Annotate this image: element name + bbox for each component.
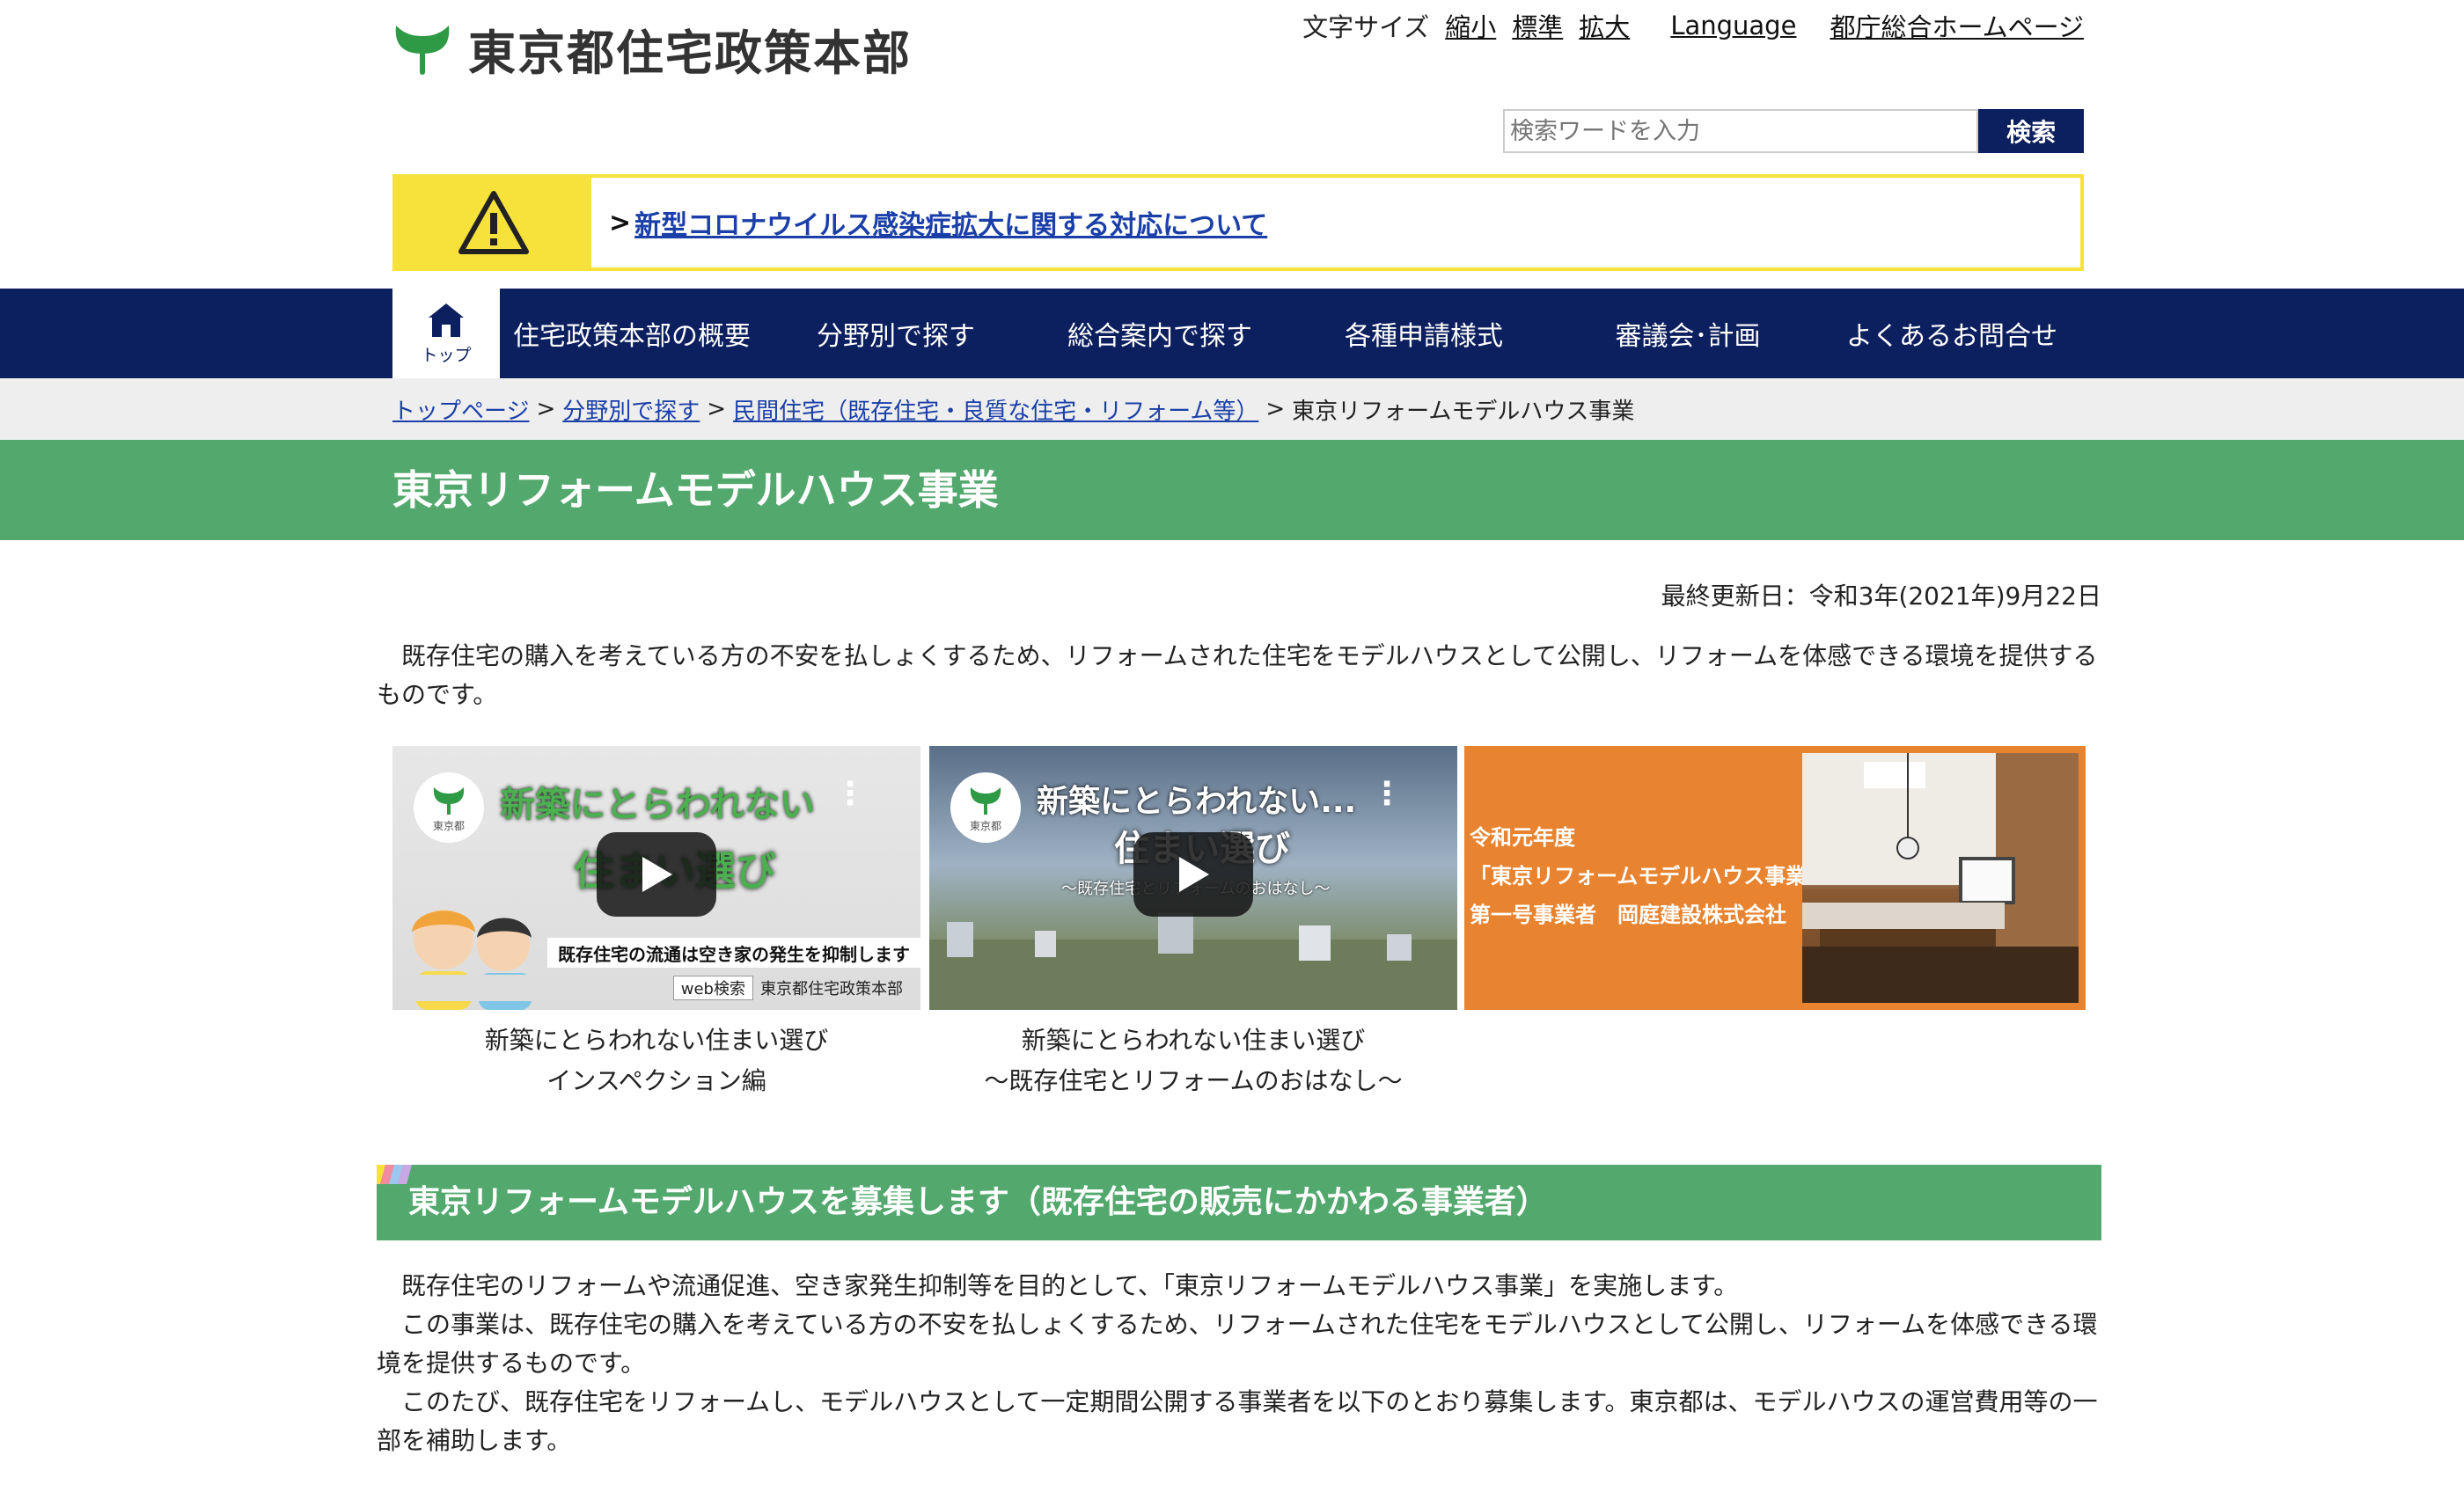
- banner-text: 令和元年度 「東京リフォームモデルハウス事業」 第一号事業者 岡庭建設株式会社: [1470, 818, 1828, 934]
- warning-icon-box: [396, 178, 591, 267]
- covid-alert: > 新型コロナウイルス感染症拡大に関する対応について: [392, 174, 2084, 271]
- banner-line-2: 「東京リフォームモデルハウス事業」: [1470, 864, 1829, 889]
- site-title: 東京都住宅政策本部: [468, 25, 912, 81]
- more-options-icon[interactable]: ⋮: [1371, 779, 1403, 810]
- page-title: 東京リフォームモデルハウス事業: [392, 466, 999, 514]
- video-inspection[interactable]: 東京都 新築にとらわれない 住まい選び ⋮ 既存住宅の流通は空き家の発生を抑制し…: [392, 746, 920, 1010]
- nav-item-by-field[interactable]: 分野別で探す: [764, 289, 1028, 378]
- model-house-banner[interactable]: 令和元年度 「東京リフォームモデルハウス事業」 第一号事業者 岡庭建設株式会社: [1464, 746, 2086, 1010]
- breadcrumb-current: 東京リフォームモデルハウス事業: [1292, 398, 1635, 425]
- site-logo[interactable]: 東京都住宅政策本部: [392, 18, 912, 81]
- ginkgo-leaf-icon: [433, 786, 465, 815]
- cityscape-image: [929, 913, 1457, 1010]
- breadcrumb-separator: >: [536, 396, 556, 422]
- section-heading-bar: 東京リフォームモデルハウスを募集します（既存住宅の販売にかかわる事業者）: [377, 1165, 2101, 1240]
- covid-response-link[interactable]: 新型コロナウイルス感染症拡大に関する対応について: [634, 203, 1267, 242]
- video-footer: web検索 東京都住宅政策本部: [392, 975, 920, 1001]
- video-caption-1-line-2: インスペクション編: [546, 1066, 766, 1095]
- section-paragraph-3: このたび、既存住宅をリフォームし、モデルハウスとして一定期間公開する事業者を以下…: [377, 1387, 2098, 1455]
- ginkgo-leaf-icon: [970, 786, 1001, 815]
- home-icon: [429, 303, 464, 337]
- video-caption-2-line-1: 新築にとらわれない住まい選び: [1021, 1026, 1366, 1055]
- page: 東京都住宅政策本部 文字サイズ 縮小 標準 拡大 Language 都庁総合ホー…: [0, 0, 2464, 1492]
- alert-message: > 新型コロナウイルス感染症拡大に関する対応について: [591, 178, 1267, 267]
- banner-line-3: 第一号事業者 岡庭建設株式会社: [1470, 903, 1786, 927]
- breadcrumb-separator: >: [707, 396, 727, 422]
- interior-photo: [1802, 753, 2079, 1003]
- search-input[interactable]: [1503, 109, 1979, 153]
- play-button[interactable]: [1133, 832, 1253, 917]
- global-nav: トップ 住宅政策本部の概要 分野別で探す 総合案内で探す 各種申請様式 審議会･…: [0, 289, 2464, 378]
- banner-line-1: 令和元年度: [1470, 825, 1575, 850]
- interior-illustration: [1802, 753, 2079, 1003]
- play-icon: [642, 857, 672, 892]
- breadcrumb-by-field[interactable]: 分野別で探す: [562, 393, 700, 426]
- font-size-small-link[interactable]: 縮小: [1445, 7, 1496, 44]
- section-paragraph-2: この事業は、既存住宅の購入を考えている方の不安を払しょくするため、リフォームされ…: [377, 1310, 2098, 1378]
- video-title-overlay: 新築にとらわれない...: [1037, 784, 1357, 820]
- site-search: 検索: [1503, 109, 2084, 153]
- video-banner-text: 既存住宅の流通は空き家の発生を抑制します: [547, 938, 920, 968]
- nav-item-guide[interactable]: 総合案内で探す: [1028, 289, 1292, 378]
- play-icon: [1179, 857, 1209, 892]
- font-size-standard-link[interactable]: 標準: [1512, 7, 1563, 44]
- ginkgo-leaf-icon: [395, 26, 450, 75]
- video-org: 東京都住宅政策本部: [760, 980, 903, 998]
- play-button[interactable]: [597, 832, 716, 917]
- video-caption-2-line-2: ～既存住宅とリフォームのおはなし～: [984, 1066, 1403, 1095]
- section-heading: 東京リフォームモデルハウスを募集します（既存住宅の販売にかかわる事業者）: [408, 1184, 1548, 1220]
- nav-item-forms[interactable]: 各種申請様式: [1292, 289, 1556, 378]
- breadcrumb-separator: >: [1265, 396, 1286, 422]
- nav-home[interactable]: トップ: [392, 289, 500, 378]
- font-size-label: 文字サイズ: [1302, 12, 1430, 42]
- channel-logo: 東京都: [414, 772, 484, 843]
- title-band: 東京リフォームモデルハウス事業: [0, 440, 2464, 540]
- language-link[interactable]: Language: [1670, 11, 1796, 40]
- more-options-icon[interactable]: ⋮: [834, 779, 866, 810]
- alert-marker: >: [609, 207, 632, 238]
- metro-home-link[interactable]: 都庁総合ホームページ: [1830, 7, 2084, 44]
- breadcrumb-private-housing[interactable]: 民間住宅（既存住宅・良質な住宅・リフォーム等）: [733, 393, 1258, 426]
- utility-bar: 文字サイズ 縮小 標準 拡大 Language 都庁総合ホームページ: [1302, 7, 2084, 44]
- warning-icon: [458, 191, 529, 254]
- channel-name: 東京都: [432, 819, 465, 832]
- web-search-tag: web検索: [672, 976, 753, 1000]
- nav-item-overview[interactable]: 住宅政策本部の概要: [500, 289, 764, 378]
- channel-logo: 東京都: [950, 772, 1021, 843]
- last-updated: 最終更新日：令和3年(2021年)9月22日: [1661, 581, 2101, 611]
- nav-item-councils[interactable]: 審議会･計画: [1556, 289, 1820, 378]
- breadcrumb: トップページ > 分野別で探す > 民間住宅（既存住宅・良質な住宅・リフォーム等…: [0, 378, 2464, 440]
- video-title-overlay: 新築にとらわれない: [500, 785, 815, 825]
- section-paragraph-1: 既存住宅のリフォームや流通促進、空き家発生抑制等を目的として、「東京リフォームモ…: [377, 1271, 1739, 1300]
- font-size-large-link[interactable]: 拡大: [1579, 7, 1630, 44]
- video-existing-housing[interactable]: 東京都 新築にとらわれない... 住まい選び ～既存住宅とリフォームのおはなし～…: [929, 746, 1457, 1010]
- video-caption-1-line-1: 新築にとらわれない住まい選び: [484, 1026, 829, 1055]
- search-button[interactable]: 検索: [1978, 109, 2084, 153]
- nav-item-faq[interactable]: よくあるお問合せ: [1820, 289, 2084, 378]
- breadcrumb-top[interactable]: トップページ: [392, 393, 529, 426]
- video-caption-2: 新築にとらわれない住まい選び ～既存住宅とリフォームのおはなし～: [929, 1020, 1457, 1101]
- nav-home-label: トップ: [421, 345, 472, 365]
- intro-text: 既存住宅の購入を考えている方の不安を払しょくするため、リフォームされた住宅をモデ…: [377, 641, 2098, 709]
- channel-name: 東京都: [969, 819, 1001, 832]
- video-caption-1: 新築にとらわれない住まい選び インスペクション編: [392, 1020, 920, 1101]
